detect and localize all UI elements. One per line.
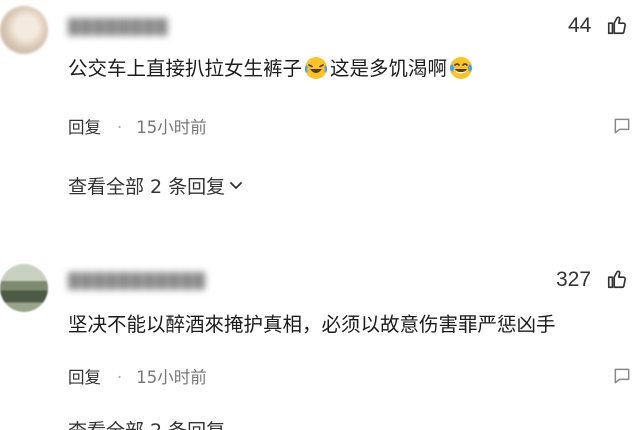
comment-text-part-2: 这是多饥渴啊 [330, 57, 448, 80]
view-all-replies-button[interactable]: 查看全部 2 条回复 [68, 416, 225, 430]
view-all-replies-label: 查看全部 2 条回复 [68, 420, 225, 430]
view-all-replies-label: 查看全部 2 条回复 [68, 176, 226, 198]
comment-icon[interactable] [612, 366, 632, 386]
avatar[interactable] [0, 6, 48, 54]
separator: · [117, 118, 123, 137]
like-count: 327 [556, 268, 592, 291]
comment-text: 坚决不能以醉酒來掩护真相，必须以故意伤害罪严惩凶手 [68, 313, 556, 336]
like-count: 44 [568, 14, 592, 37]
avatar[interactable] [0, 264, 48, 312]
username[interactable]: ████████ [68, 18, 168, 36]
laughing-crying-emoji [304, 57, 328, 79]
comment-text: 公交车上直接扒拉女生裤子 这是多饥渴啊 [68, 55, 475, 83]
laughing-tears-emoji [450, 57, 473, 79]
username[interactable]: ███████████ [68, 272, 206, 290]
thumbs-up-icon[interactable] [606, 14, 628, 36]
thumbs-up-icon[interactable] [606, 268, 628, 290]
comment-text-part-1: 公交车上直接扒拉女生裤子 [68, 57, 303, 80]
reply-button[interactable]: 回复 [68, 368, 101, 387]
view-all-replies-button[interactable]: 查看全部 2 条回复 [68, 172, 243, 199]
timestamp: 15小时前 [136, 118, 207, 137]
reply-button[interactable]: 回复 [68, 118, 101, 137]
timestamp: 15小时前 [136, 368, 207, 387]
comment-meta: 回复 · 15小时前 [68, 114, 207, 138]
comment-meta: 回复 · 15小时前 [68, 364, 207, 388]
comment-icon[interactable] [612, 116, 632, 136]
chevron-down-icon [230, 182, 243, 189]
separator: · [117, 368, 123, 387]
